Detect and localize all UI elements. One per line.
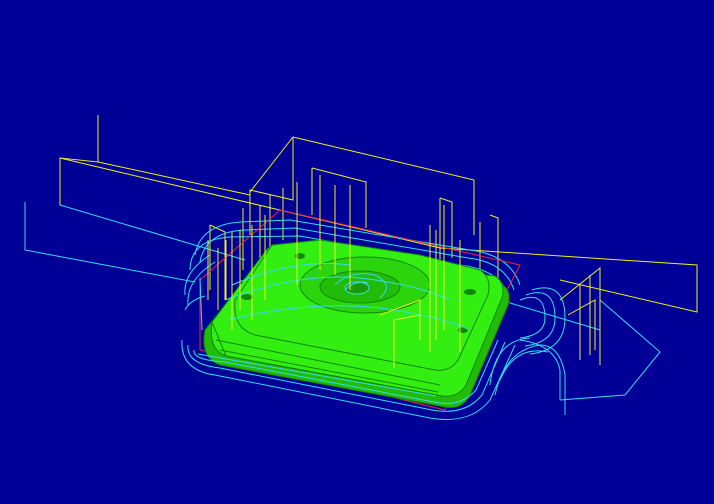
part-hole-right: [464, 289, 476, 295]
toolpath-scene[interactable]: [0, 0, 714, 504]
part-hole-left: [241, 294, 253, 300]
part-center-hole: [344, 281, 370, 295]
cam-toolpath-viewport[interactable]: [0, 0, 714, 504]
